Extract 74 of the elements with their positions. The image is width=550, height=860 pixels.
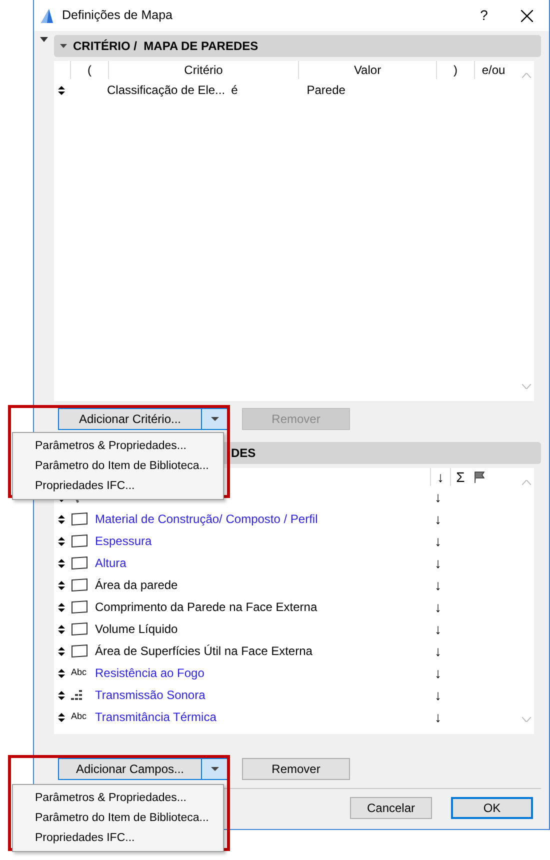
column-header[interactable]: ( [70,61,108,79]
menu-item[interactable]: Propriedades IFC... [13,828,223,848]
wall-icon [71,622,88,636]
reorder-handle-icon[interactable] [58,536,65,546]
field-name[interactable]: Material de Construção/ Composto / Perfil [95,510,318,528]
add-button[interactable]: Adicionar Critério... [59,409,201,429]
reorder-handle-icon[interactable] [58,646,65,656]
caret-icon [210,767,218,771]
column-header[interactable]: ↓ [430,468,450,486]
sort-arrow[interactable]: ↓ [428,618,448,640]
column-header[interactable]: Valor [298,61,436,79]
sort-arrow[interactable]: ↓ [428,552,448,574]
sort-arrow[interactable]: ↓ [428,508,448,530]
cancel-button[interactable]: Cancelar [350,797,432,819]
reorder-handle-icon[interactable] [58,624,65,634]
section-title: DES [231,445,256,462]
add-button[interactable]: Adicionar Campos... [59,759,201,779]
sort-arrow[interactable]: ↓ [428,684,448,706]
column-header[interactable]: Critério [108,61,298,79]
app-logo-icon [40,8,54,24]
criterion-cell-text: Classificação de Ele... [107,82,226,99]
menu-item[interactable]: Propriedades IFC... [13,476,223,496]
reorder-handle-icon[interactable] [58,668,65,678]
text-type-icon: Abc [71,666,87,680]
operator-cell-text: é [231,82,238,99]
flag-icon[interactable] [473,471,487,483]
sort-arrow[interactable]: ↓ [428,574,448,596]
reorder-handle-icon[interactable] [58,558,65,568]
menu-item[interactable]: Parâmetros & Propriedades... [13,788,223,808]
field-name[interactable]: Transmitância Térmica [95,708,216,726]
column-header[interactable]: Σ [450,468,470,486]
ok-button[interactable]: OK [451,797,533,819]
sort-arrow[interactable]: ↓ [428,596,448,618]
field-name[interactable]: Área de Superfícies Útil na Face Externa [95,642,312,660]
column-header[interactable]: e/ou [474,61,512,79]
field-name[interactable]: Resistência ao Fogo [95,664,204,682]
field-name[interactable]: Transmissão Sonora [95,686,206,704]
collapse-icon[interactable] [40,37,48,42]
dropdown-toggle-button[interactable] [201,759,227,779]
reorder-handle-icon[interactable] [58,514,65,524]
section-title: CRITÉRIO / MAPA DE PAREDES [73,38,258,55]
field-name[interactable]: Área da parede [95,576,178,594]
reorder-handle-icon[interactable] [58,712,65,722]
reorder-handle-icon[interactable] [58,86,65,94]
remove-button[interactable]: Remover [242,758,350,780]
field-name[interactable]: Comprimento da Parede na Face Externa [95,598,318,616]
menu-item[interactable]: Parâmetro do Item de Biblioteca... [13,808,223,828]
grid-icon [71,690,83,700]
window-title: Definições de Mapa [62,7,174,24]
wall-icon [71,578,88,592]
dropdown-toggle-button[interactable] [201,409,227,429]
caret-icon [210,417,218,421]
sort-arrow[interactable]: ↓ [428,706,448,728]
sort-arrow[interactable]: ↓ [428,530,448,552]
reorder-handle-icon[interactable] [58,602,65,612]
close-icon[interactable] [521,10,533,22]
value-cell-text: Parede [306,82,346,99]
sort-arrow[interactable]: ↓ [428,662,448,684]
wall-icon [71,644,88,658]
wall-icon [71,512,88,526]
field-name[interactable]: Volume Líquido [95,620,178,638]
reorder-handle-icon[interactable] [58,580,65,590]
field-name[interactable]: Espessura [95,532,152,550]
wall-icon [71,600,88,614]
column-header[interactable]: ) [436,61,474,79]
reorder-handle-icon[interactable] [58,690,65,700]
section-header[interactable]: CRITÉRIO / MAPA DE PAREDES [54,35,541,57]
sort-arrow[interactable]: ↓ [428,486,448,508]
wall-icon [71,534,88,548]
text-type-icon: Abc [71,710,87,724]
sort-arrow[interactable]: ↓ [428,640,448,662]
wall-icon [71,556,88,570]
help-button[interactable]: ? [469,5,499,26]
field-name[interactable]: Altura [95,554,126,572]
